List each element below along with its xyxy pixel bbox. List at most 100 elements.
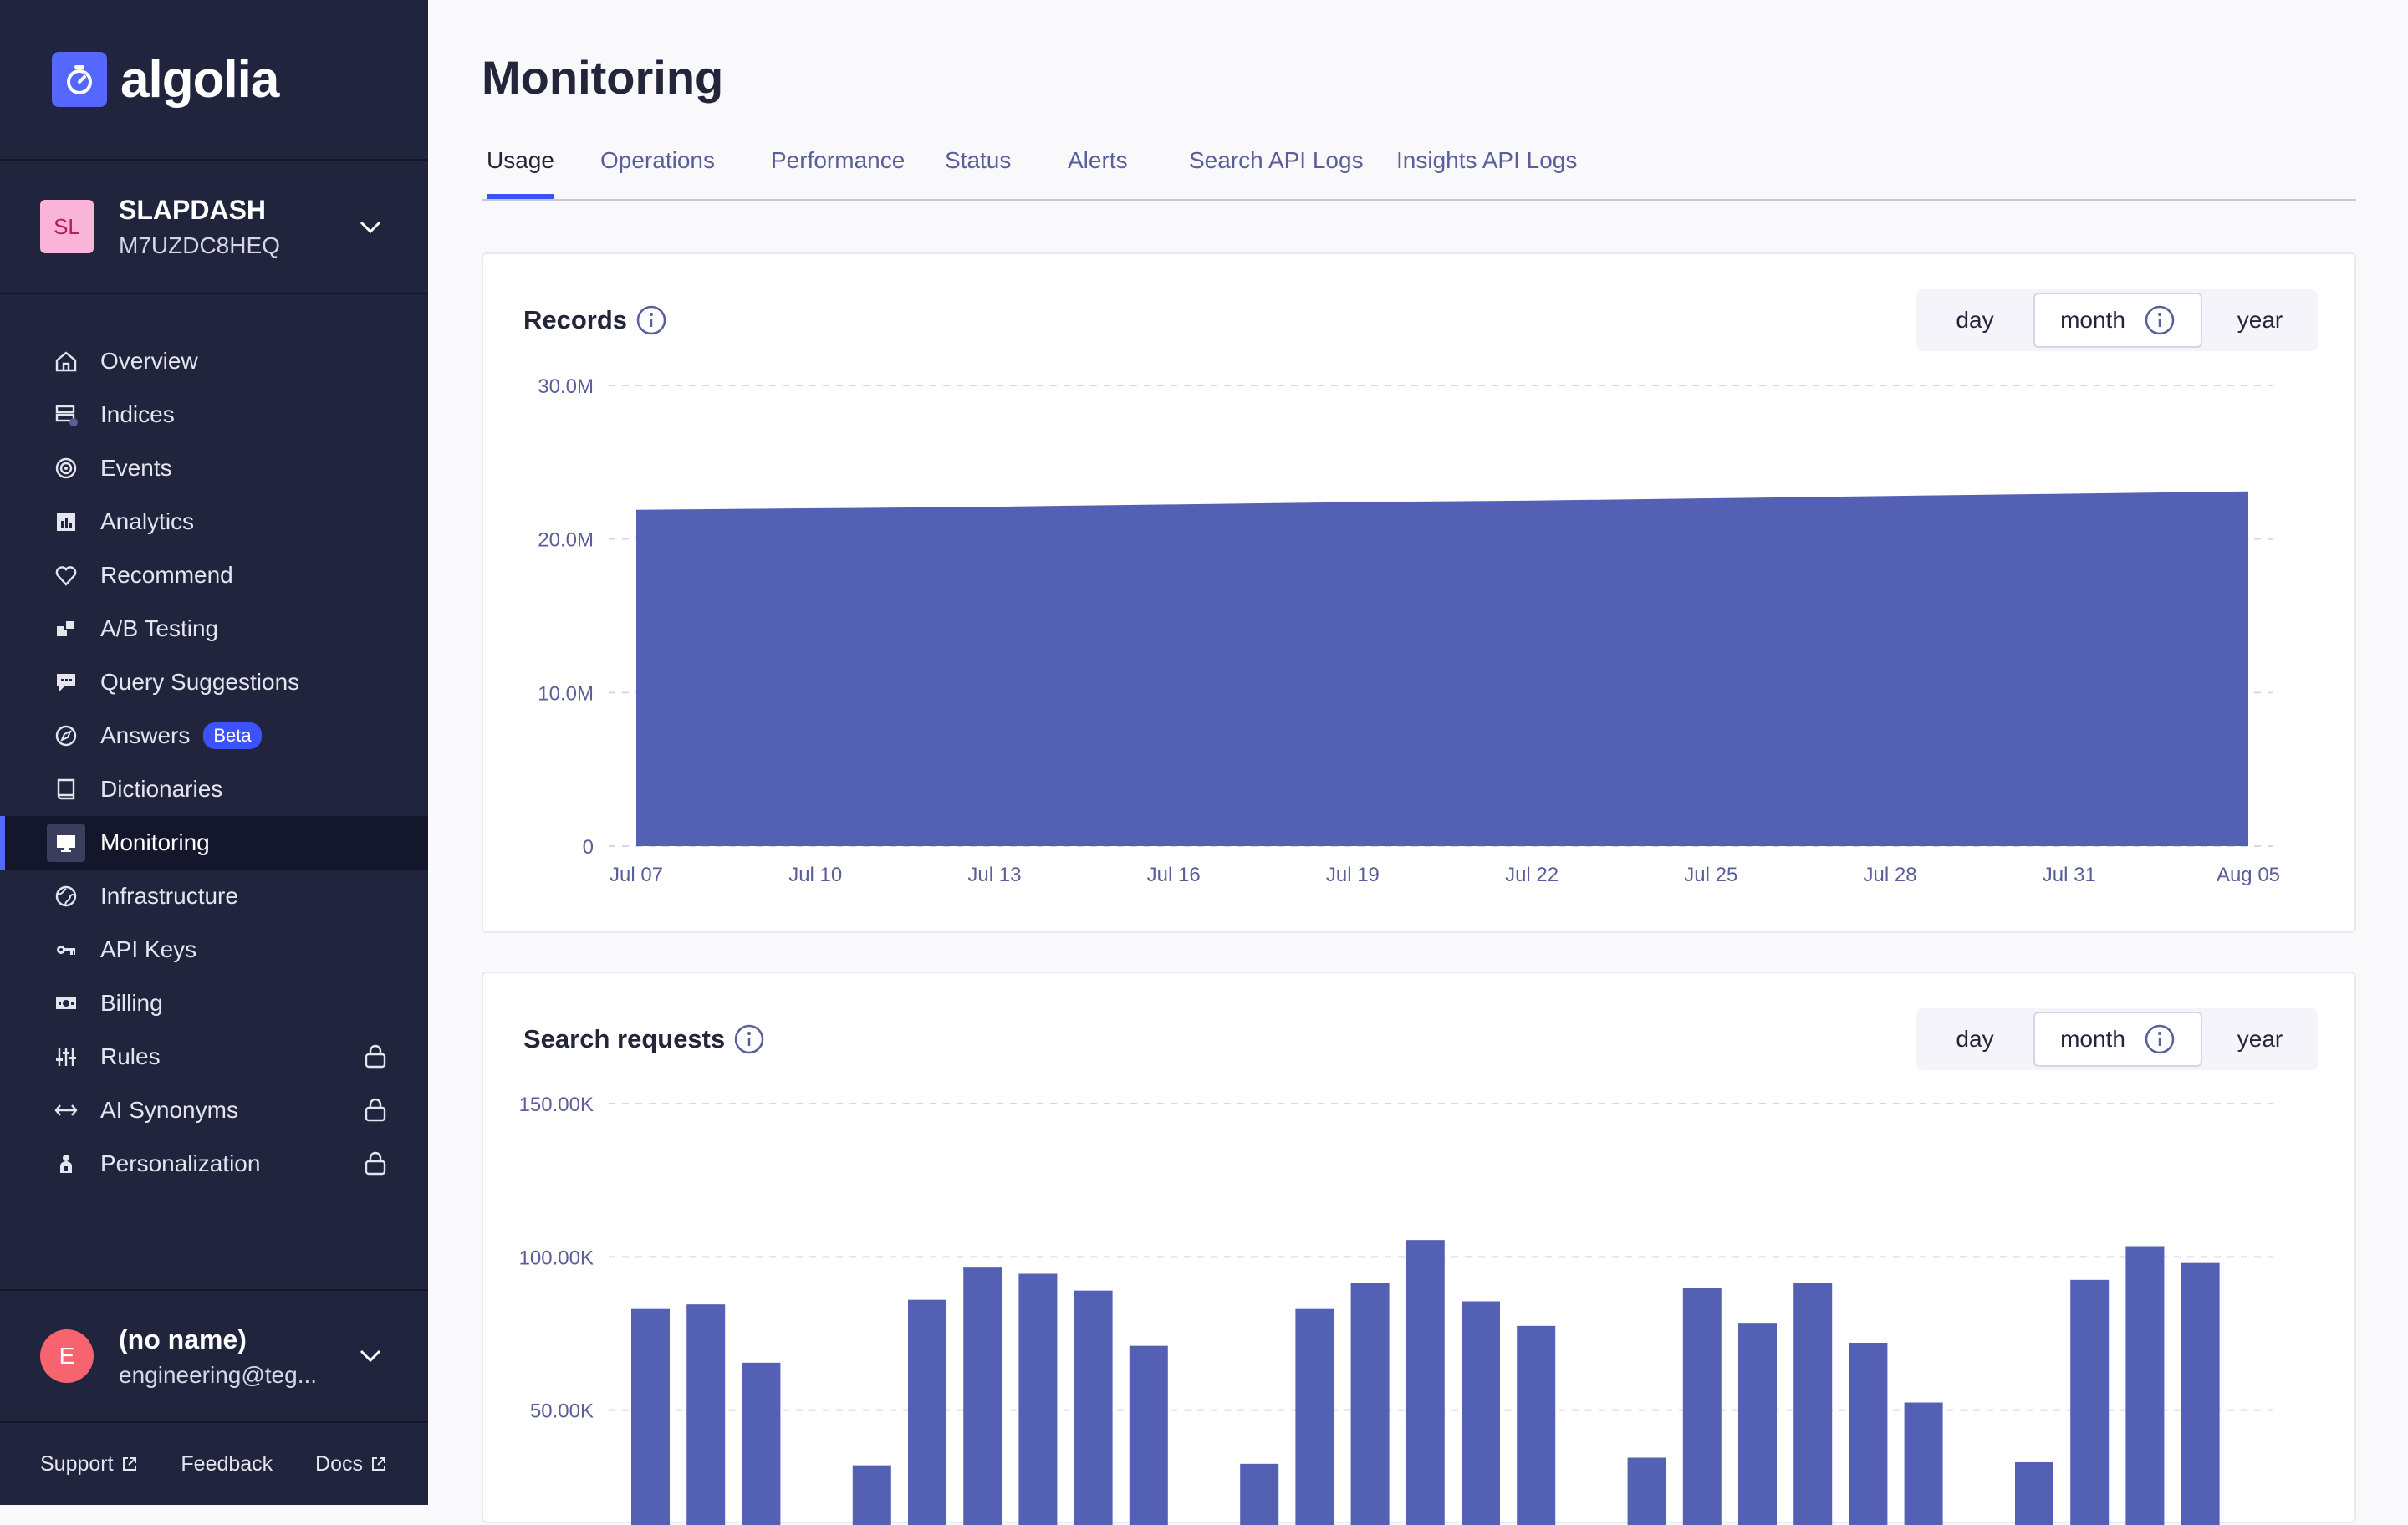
sidebar-item-label: API Keys [100, 936, 196, 963]
search-requests-bar [963, 1267, 1002, 1525]
tab-usage[interactable]: Usage [487, 147, 554, 199]
sidebar-item-a-b-testing[interactable]: A/B Testing [0, 602, 428, 655]
brand-logo[interactable]: algolia [0, 0, 428, 161]
lock-icon [363, 1097, 388, 1122]
main-content: Monitoring Usage Operations Performance Sta… [428, 0, 2408, 1505]
search-requests-bar [1351, 1283, 1390, 1525]
sidebar-item-answers[interactable]: AnswersBeta [0, 709, 428, 762]
arrows-horizontal-icon [52, 1096, 80, 1125]
sidebar-footer: Support Feedback Docs [0, 1423, 428, 1505]
sliders-icon [52, 1043, 80, 1071]
sidebar-item-indices[interactable]: Indices [0, 388, 428, 441]
app-avatar: SL [40, 200, 94, 253]
user-email: engineering@teg... [119, 1362, 317, 1389]
sidebar-item-query-suggestions[interactable]: Query Suggestions [0, 655, 428, 709]
search-requests-bar [686, 1304, 725, 1525]
sidebar-item-personalization[interactable]: Personalization [0, 1137, 428, 1191]
y-tick-label: 100.00K [519, 1247, 594, 1269]
x-tick-label: Jul 31 [2043, 864, 2096, 886]
records-area [636, 492, 2248, 846]
tab-operations[interactable]: Operations [600, 147, 715, 199]
feedback-link[interactable]: Feedback [181, 1452, 273, 1477]
support-label: Support [40, 1452, 114, 1477]
y-tick-label: 0 [583, 836, 594, 859]
search-requests-bar [1406, 1240, 1445, 1525]
search-requests-bar [1628, 1458, 1666, 1525]
compass-icon [52, 722, 80, 750]
sidebar-item-label: Recommend [100, 562, 233, 589]
sidebar-item-rules[interactable]: Rules [0, 1030, 428, 1084]
heart-icon [52, 561, 80, 589]
search-requests-bar [2015, 1462, 2053, 1525]
app-name: SLAPDASH [119, 195, 280, 226]
search-requests-bar [2181, 1263, 2220, 1525]
search-requests-bar [1517, 1326, 1555, 1525]
x-tick-label: Jul 10 [788, 864, 842, 886]
sidebar-nav: Overview Indices Events Analytics Recommend A… [0, 294, 428, 1191]
x-tick-label: Jul 19 [1326, 864, 1380, 886]
search-requests-bar [2125, 1247, 2164, 1525]
y-tick-label: 20.0M [538, 529, 594, 552]
app-selector[interactable]: SL SLAPDASH M7UZDC8HEQ [0, 161, 428, 294]
sidebar: algolia SL SLAPDASH M7UZDC8HEQ Overview I… [0, 0, 428, 1505]
sidebar-item-analytics[interactable]: Analytics [0, 495, 428, 548]
y-tick-label: 10.0M [538, 682, 594, 705]
monitor-icon [47, 824, 85, 862]
search-requests-bar [1074, 1291, 1113, 1525]
search-requests-bar [1130, 1346, 1168, 1525]
ab-testing-icon [52, 615, 80, 643]
tab-status[interactable]: Status [945, 147, 1011, 199]
x-tick-label: Jul 22 [1505, 864, 1559, 886]
x-tick-label: Aug 05 [2217, 864, 2280, 886]
sidebar-item-billing[interactable]: Billing [0, 977, 428, 1030]
tab-bar: Usage Operations Performance Status Alerts Se… [482, 142, 2356, 201]
tab-performance[interactable]: Performance [771, 147, 905, 199]
support-link[interactable]: Support [40, 1452, 139, 1477]
sidebar-item-ai-synonyms[interactable]: AI Synonyms [0, 1084, 428, 1137]
search-requests-bar [1018, 1274, 1057, 1525]
search-requests-bar [742, 1363, 780, 1525]
sidebar-item-label: Dictionaries [100, 776, 222, 803]
search-requests-bar [1462, 1302, 1500, 1525]
feedback-label: Feedback [181, 1452, 273, 1477]
chevron-down-icon [358, 214, 383, 239]
speech-bubble-icon [52, 668, 80, 696]
sidebar-item-api-keys[interactable]: API Keys [0, 923, 428, 977]
book-icon [52, 775, 80, 803]
lock-icon [363, 1043, 388, 1069]
sidebar-item-events[interactable]: Events [0, 441, 428, 495]
sidebar-item-label: Analytics [100, 508, 194, 535]
sidebar-item-label: Monitoring [100, 829, 210, 856]
search-requests-bar [908, 1300, 946, 1525]
x-tick-label: Jul 07 [610, 864, 663, 886]
sidebar-item-dictionaries[interactable]: Dictionaries [0, 762, 428, 816]
search-requests-bar [2070, 1280, 2109, 1525]
tab-insights-api-logs[interactable]: Insights API Logs [1396, 147, 1577, 199]
page-title: Monitoring [482, 50, 723, 105]
tab-alerts[interactable]: Alerts [1068, 147, 1128, 199]
beta-badge: Beta [203, 722, 261, 749]
sidebar-item-label: Indices [100, 401, 175, 428]
brand-name: algolia [120, 50, 278, 110]
external-link-icon [120, 1455, 139, 1473]
x-tick-label: Jul 16 [1147, 864, 1201, 886]
sidebar-item-label: Infrastructure [100, 883, 238, 910]
lock-icon [363, 1150, 388, 1176]
sidebar-item-monitoring[interactable]: Monitoring [0, 816, 428, 870]
sidebar-item-overview[interactable]: Overview [0, 334, 428, 388]
search-requests-bar [1738, 1323, 1777, 1525]
tab-search-api-logs[interactable]: Search API Logs [1189, 147, 1364, 199]
sidebar-item-infrastructure[interactable]: Infrastructure [0, 870, 428, 923]
user-avatar: E [40, 1329, 94, 1383]
key-icon [52, 936, 80, 964]
sidebar-item-label: Query Suggestions [100, 669, 299, 696]
user-menu[interactable]: E (no name) engineering@teg... [0, 1289, 428, 1423]
globe-icon [52, 882, 80, 910]
search-requests-bar [1793, 1283, 1832, 1525]
search-requests-bar [1240, 1464, 1278, 1525]
docs-link[interactable]: Docs [315, 1452, 388, 1477]
y-tick-label: 50.00K [530, 1400, 594, 1423]
sidebar-item-recommend[interactable]: Recommend [0, 548, 428, 602]
banknote-icon [52, 989, 80, 1018]
x-tick-label: Jul 25 [1684, 864, 1737, 886]
